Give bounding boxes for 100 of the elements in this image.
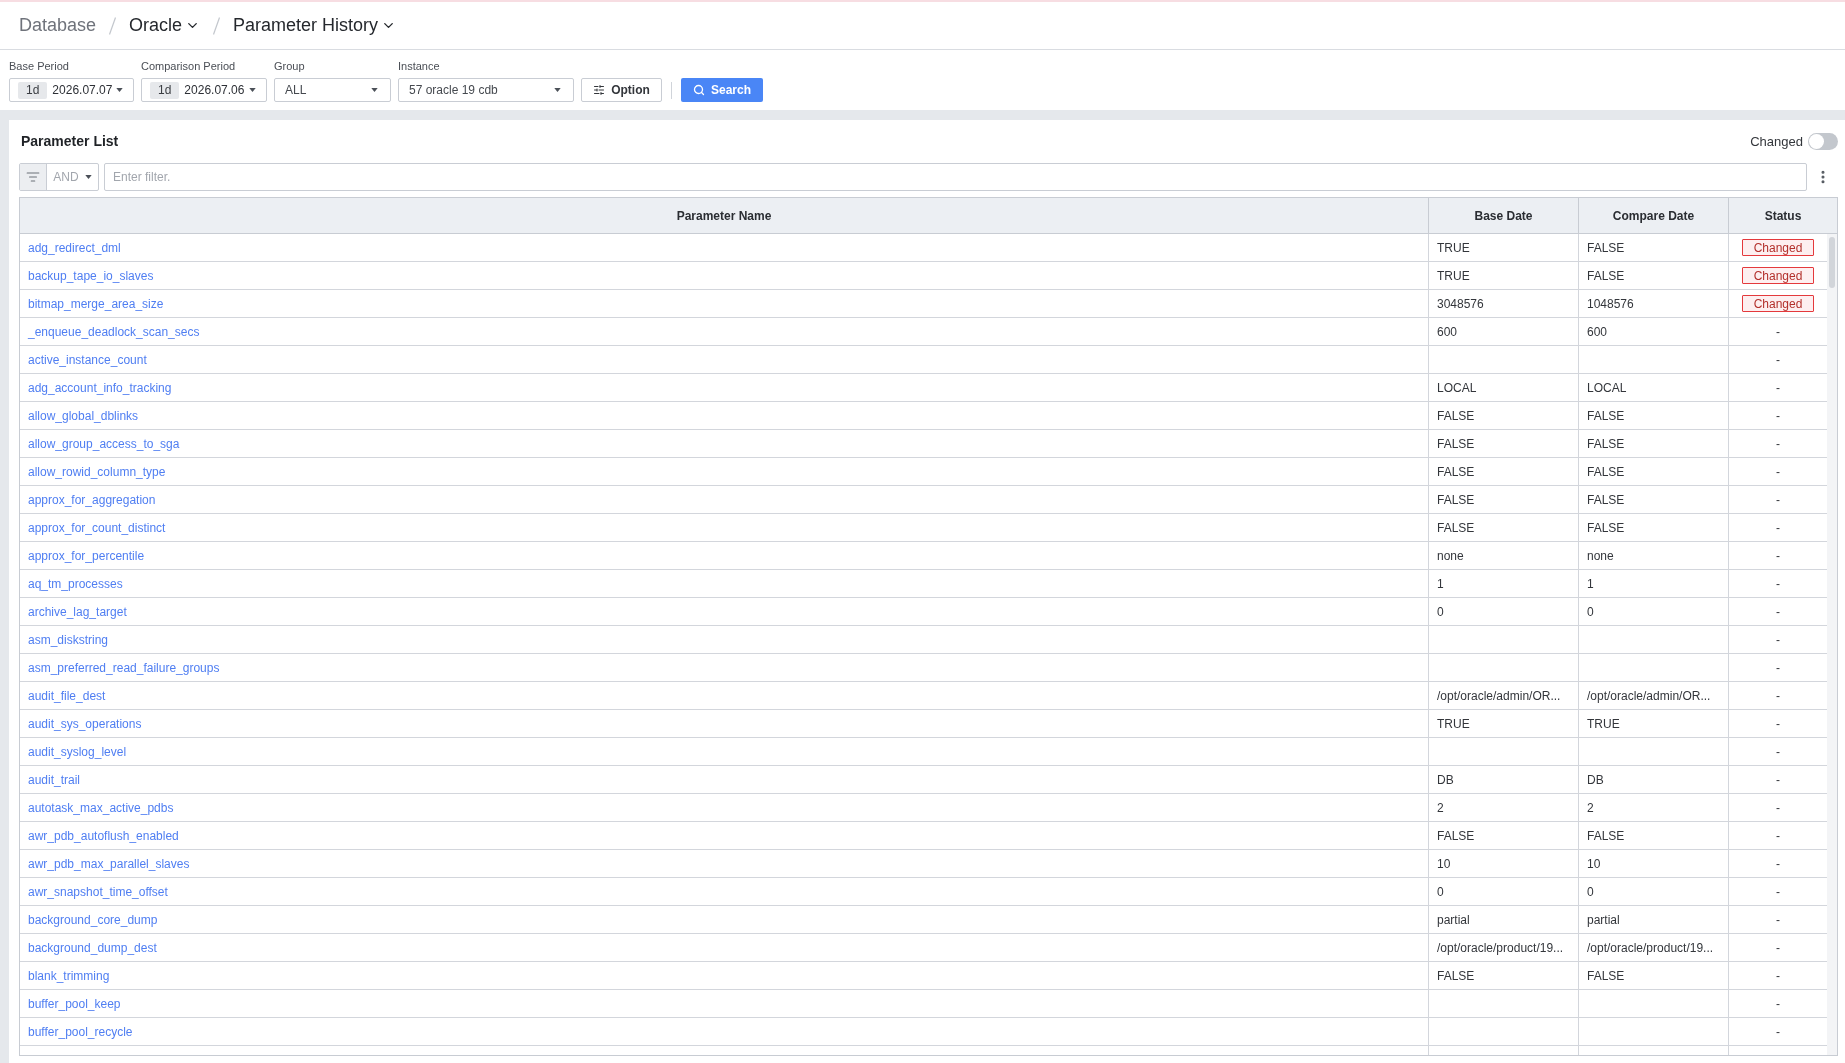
column-header: Compare Date [1579,198,1729,233]
parameter-link[interactable]: archive_lag_target [28,602,127,621]
toggle-label: Changed [1750,132,1803,151]
parameter-link[interactable]: audit_sys_operations [28,714,142,733]
filter-input[interactable]: Enter filter. [104,163,1807,191]
status-badge: Changed [1742,239,1814,256]
field-label: Comparison Period [141,59,237,73]
field-label: Base Period [9,59,70,73]
table-cell: 0 [1429,598,1579,626]
parameter-link[interactable]: awr_snapshot_time_offset [28,882,168,901]
parameter-link[interactable]: audit_trail [28,770,81,789]
parameter-link[interactable]: allow_global_dblinks [28,406,139,425]
parameter-link[interactable]: allow_rowid_column_type [28,462,166,481]
status-text: - [1776,883,1780,901]
dropdown-select[interactable]: 57 oracle 19 cdb [398,78,574,102]
table-cell: FALSE [1579,962,1729,990]
table-cell: /opt/oracle/admin/OR... [1579,682,1729,710]
table-cell: LOCAL [1579,374,1729,402]
parameter-link[interactable]: adg_account_info_tracking [28,378,172,397]
table-cell: TRUE [1429,234,1579,262]
table-cell: DB [1429,766,1579,794]
table-cell: 1 [1579,570,1729,598]
caret-down-icon [116,88,123,92]
parameter-link[interactable]: awr_pdb_autoflush_enabled [28,826,179,845]
breadcrumb-separator [109,16,117,35]
field-label: Group [274,59,306,73]
parameter-link[interactable]: bitmap_merge_area_size [28,294,164,313]
table-cell: FALSE [1579,458,1729,486]
parameter-link[interactable]: buffer_pool_keep [28,994,121,1013]
table-cell: FALSE [1579,822,1729,850]
parameter-link[interactable]: awr_pdb_max_parallel_slaves [28,854,190,873]
breadcrumb-separator [213,16,221,35]
status-badge: Changed [1742,267,1814,284]
parameter-link[interactable]: approx_for_count_distinct [28,518,166,537]
table-cell: FALSE [1579,262,1729,290]
parameter-link[interactable]: buffer_pool_recycle [28,1022,133,1041]
table-cell: FALSE [1429,514,1579,542]
table-cell: partial [1579,906,1729,934]
parameter-link[interactable]: approx_for_aggregation [28,490,156,509]
caret-down-icon [554,88,561,92]
column-header: Parameter Name [20,198,1429,233]
changed-toggle[interactable] [1808,133,1838,150]
parameter-link[interactable]: backup_tape_io_slaves [28,266,154,285]
table-cell: FALSE [1429,486,1579,514]
status-text: - [1776,715,1780,733]
column-header: Status [1763,207,1803,225]
table-cell: 0 [1429,878,1579,906]
scrollbar-thumb[interactable] [1829,237,1835,288]
option-button[interactable]: Option [581,78,662,102]
table-cell: FALSE [1579,514,1729,542]
parameter-link[interactable]: background_dump_dest [28,938,157,957]
status-badge: Changed [1742,295,1814,312]
date-picker[interactable]: 1d 2026.07.07 [9,78,134,102]
parameter-link[interactable]: asm_diskstring [28,630,109,649]
parameter-link[interactable]: blank_trimming [28,966,110,985]
parameter-link[interactable]: asm_preferred_read_failure_groups [28,658,220,677]
status-text: - [1776,435,1780,453]
table-cell: /opt/oracle/product/19... [1429,934,1579,962]
parameter-link[interactable]: audit_syslog_level [28,742,127,761]
table-cell: /opt/oracle/product/19... [1579,934,1729,962]
parameter-link[interactable]: audit_file_dest [28,686,106,705]
dropdown-select[interactable]: ALL [274,78,391,102]
parameter-link[interactable]: active_instance_count [28,350,147,369]
parameter-link[interactable]: approx_for_percentile [28,546,145,565]
table-cell: TRUE [1579,710,1729,738]
status-text: - [1776,463,1780,481]
table-cell: 10 [1429,850,1579,878]
table-cell: 600 [1579,318,1729,346]
table-cell: FALSE [1579,234,1729,262]
status-text: - [1776,687,1780,705]
table-cell: FALSE [1429,962,1579,990]
parameter-link[interactable]: aq_tm_processes [28,574,123,593]
column-header: Base Date [1429,198,1579,233]
status-text: - [1776,323,1780,341]
status-text: - [1776,1023,1780,1041]
table-cell: 2 [1579,794,1729,822]
parameter-link[interactable]: allow_group_access_to_sga [28,434,180,453]
table-cell: 10 [1579,850,1729,878]
table-cell: FALSE [1429,402,1579,430]
table-cell: 3048576 [1429,290,1579,318]
parameter-link[interactable]: _enqueue_deadlock_scan_secs [28,322,200,341]
search-button[interactable]: Search [681,78,763,102]
table-cell: FALSE [1579,430,1729,458]
parameter-link[interactable]: adg_redirect_dml [28,238,121,257]
status-text: - [1776,519,1780,537]
breadcrumb-dropdown[interactable]: Oracle [129,12,201,39]
parameter-link[interactable]: autotask_max_active_pdbs [28,798,174,817]
table-cell: FALSE [1579,486,1729,514]
table-cell: FALSE [1429,430,1579,458]
status-text: - [1776,603,1780,621]
parameter-link[interactable]: background_core_dump [28,910,158,929]
date-picker[interactable]: 1d 2026.07.06 [141,78,267,102]
status-text: - [1776,911,1780,929]
caret-down-icon [249,88,256,92]
breadcrumb-dropdown[interactable]: Parameter History [233,12,397,39]
breadcrumb-link[interactable]: Database [19,12,97,39]
period-length: 1d [18,81,48,99]
table-cell: FALSE [1429,458,1579,486]
sliders-icon [593,84,606,96]
table-cell: none [1429,542,1579,570]
